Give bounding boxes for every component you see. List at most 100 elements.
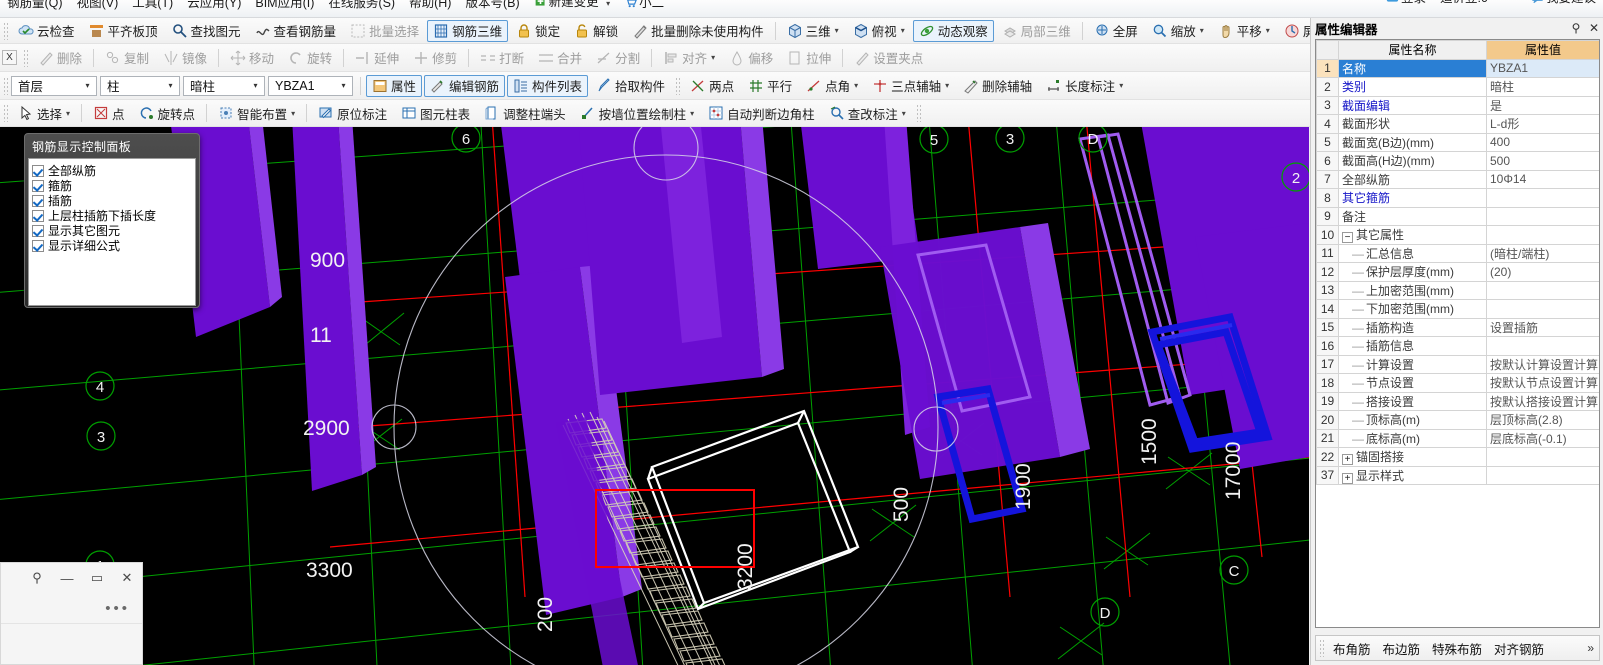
property-row[interactable]: 1 名称 YBZA1	[1316, 58, 1599, 78]
toolbar-grip[interactable]	[675, 76, 681, 95]
toolbar-grip[interactable]	[3, 76, 8, 95]
tool-length-dimension[interactable]: 长度标注 ▾	[1040, 75, 1129, 97]
tool-batch-delete-unused[interactable]: 批量删除未使用构件	[626, 20, 770, 42]
property-row[interactable]: 15— 插筋构造 设置插筋	[1316, 317, 1599, 337]
menu-item-bim-apps[interactable]: BIM应用(I)	[248, 0, 321, 12]
tool-partial-3d[interactable]: 局部三维	[996, 20, 1077, 42]
tool-pick-component[interactable]: 拾取构件	[590, 75, 671, 97]
property-row-value[interactable]: 层顶标高(2.8)	[1486, 410, 1599, 430]
footer-corner-rebar[interactable]: 布角筋	[1327, 639, 1377, 658]
checkbox-icon[interactable]	[32, 239, 44, 252]
property-row[interactable]: 6 截面高(H边)(mm) 500	[1316, 151, 1599, 171]
footer-special-rebar[interactable]: 特殊布筋	[1426, 639, 1488, 658]
property-row-value[interactable]	[1486, 280, 1599, 300]
property-row[interactable]: 21— 底标高(m) 层底标高(-0.1)	[1316, 428, 1599, 448]
tool-auto-corner-column[interactable]: 自动判断边角柱	[702, 102, 821, 124]
rebar-option-show-detailed-formula[interactable]: 显示详细公式	[32, 238, 192, 253]
menu-item-new-change[interactable]: 新建变更 ▾	[527, 0, 618, 12]
property-row[interactable]: 2 类别 暗柱	[1316, 77, 1599, 97]
chevron-right-overflow-icon[interactable]: »	[1587, 641, 1599, 655]
tool-select[interactable]: 选择 ▾	[12, 102, 76, 124]
property-row[interactable]: 22 + 锚固搭接	[1316, 447, 1599, 467]
pin-icon[interactable]: ⚲	[22, 564, 52, 592]
tool-align-slab-top[interactable]: 平齐板顶	[83, 20, 164, 42]
toolbar-grip[interactable]	[915, 104, 921, 122]
property-row-value[interactable]	[1486, 299, 1599, 319]
property-row[interactable]: 13— 上加密范围(mm)	[1316, 280, 1599, 300]
mini-window-overflow-menu[interactable]: •••	[1, 593, 142, 623]
tool-cloud-check[interactable]: 云检查	[12, 20, 81, 42]
footer-edge-rebar[interactable]: 布边筋	[1377, 639, 1427, 658]
checkbox-icon[interactable]	[32, 194, 44, 207]
rebar-display-control-panel[interactable]: 钢筋显示控制面板 全部纵筋 箍筋 插筋 上层柱插筋下插长度 显示其它图元 显示详…	[24, 133, 200, 308]
tool-three-point-axis[interactable]: 三点辅轴 ▾	[866, 75, 955, 97]
property-row[interactable]: 19— 搭接设置 按默认搭接设置计算	[1316, 391, 1599, 411]
property-row-value[interactable]: YBZA1	[1486, 58, 1599, 78]
menu-item-online-svc[interactable]: 在线服务(S)	[321, 0, 402, 12]
property-row-value[interactable]	[1486, 188, 1599, 208]
property-row-value[interactable]	[1486, 206, 1599, 226]
tool-split[interactable]: 分割	[590, 47, 646, 69]
tool-pan[interactable]: 平移 ▾	[1212, 20, 1276, 42]
checkbox-icon[interactable]	[32, 179, 44, 192]
tool-set-grip[interactable]: 设置夹点	[848, 47, 929, 69]
tool-check-annotation[interactable]: 查改标注 ▾	[823, 102, 912, 124]
property-row-value[interactable]	[1486, 465, 1599, 485]
component-subtype-select[interactable]: 暗柱 ▾	[183, 75, 265, 96]
tool-element-column-table[interactable]: 图元柱表	[395, 102, 476, 124]
tool-zoom[interactable]: 缩放 ▾	[1146, 20, 1210, 42]
property-row[interactable]: 9 备注	[1316, 206, 1599, 226]
checkbox-icon[interactable]	[32, 209, 44, 222]
close-icon[interactable]: ✕	[1585, 21, 1603, 35]
property-row[interactable]: 12— 保护层厚度(mm) (20)	[1316, 262, 1599, 282]
property-row[interactable]: 8 其它箍筋	[1316, 188, 1599, 208]
menu-item-rebar-qty[interactable]: 钢筋量(Q)	[0, 0, 70, 12]
component-type-select[interactable]: 柱 ▾	[100, 75, 180, 96]
property-row-value[interactable]: 设置插筋	[1486, 317, 1599, 337]
tool-adjust-column-end[interactable]: 调整柱端头	[478, 102, 572, 124]
tool-parallel-axis[interactable]: 平行	[742, 75, 798, 97]
tool-rebar-3d[interactable]: 钢筋三维	[427, 19, 509, 42]
property-row-value[interactable]	[1486, 336, 1599, 356]
tool-extend[interactable]: 延伸	[349, 47, 405, 69]
property-row-value[interactable]: 层底标高(-0.1)	[1486, 428, 1599, 448]
toolbar-grip[interactable]	[3, 104, 8, 122]
property-row-value[interactable]: 是	[1486, 95, 1599, 115]
tool-draw-column-by-wall[interactable]: 按墙位置绘制柱 ▾	[574, 102, 701, 124]
feedback-button[interactable]: 我要建议	[1524, 0, 1603, 7]
tool-smart-layout[interactable]: 智能布置 ▾	[212, 102, 301, 124]
component-name-select[interactable]: YBZA1 ▾	[268, 75, 353, 96]
tool-break[interactable]: 打断	[474, 47, 530, 69]
tool-lock[interactable]: 锁定	[510, 20, 566, 42]
tool-in-situ-annotation[interactable]: 原位标注	[312, 102, 393, 124]
property-row-value[interactable]	[1486, 447, 1599, 467]
property-row[interactable]: 10− 其它属性	[1316, 225, 1599, 245]
cloud-button[interactable]	[1495, 0, 1524, 7]
tool-component-list[interactable]: 构件列表	[507, 74, 589, 97]
property-row-value[interactable]: 暗柱	[1486, 77, 1599, 97]
property-row[interactable]: 7 全部纵筋 10Φ14	[1316, 169, 1599, 189]
property-row-value[interactable]: 按默认计算设置计算	[1486, 354, 1599, 374]
property-row[interactable]: 5 截面宽(B边)(mm) 400	[1316, 132, 1599, 152]
toolbar-grip[interactable]	[23, 48, 28, 67]
expander-icon[interactable]: +	[1342, 454, 1353, 466]
property-row[interactable]: 18— 节点设置 按默认节点设置计算	[1316, 373, 1599, 393]
tool-fullscreen[interactable]: 全屏	[1088, 20, 1144, 42]
pin-icon[interactable]: ⚲	[1567, 21, 1585, 35]
menu-item-version[interactable]: 版本号(B)	[458, 0, 526, 12]
property-row-value[interactable]: (暗柱/端柱)	[1486, 243, 1599, 263]
tool-trim[interactable]: 修剪	[407, 47, 463, 69]
maximize-icon[interactable]: ▭	[82, 564, 112, 592]
toolbar-grip[interactable]	[1319, 639, 1324, 657]
close-icon[interactable]: ✕	[112, 564, 142, 592]
property-row-value[interactable]: 500	[1486, 151, 1599, 171]
expander-icon[interactable]: +	[1342, 472, 1353, 484]
minimize-icon[interactable]: —	[52, 564, 82, 592]
expander-icon[interactable]: −	[1342, 232, 1353, 244]
checkbox-icon[interactable]	[32, 164, 44, 177]
tool-point[interactable]: 点	[87, 102, 131, 124]
rebar-option-stirrup[interactable]: 箍筋	[32, 178, 192, 193]
tool-view-rebar-qty[interactable]: 查看钢筋量	[249, 20, 343, 42]
rebar-option-show-other-elements[interactable]: 显示其它图元	[32, 223, 192, 238]
footer-align-rebar[interactable]: 对齐钢筋	[1488, 639, 1550, 658]
